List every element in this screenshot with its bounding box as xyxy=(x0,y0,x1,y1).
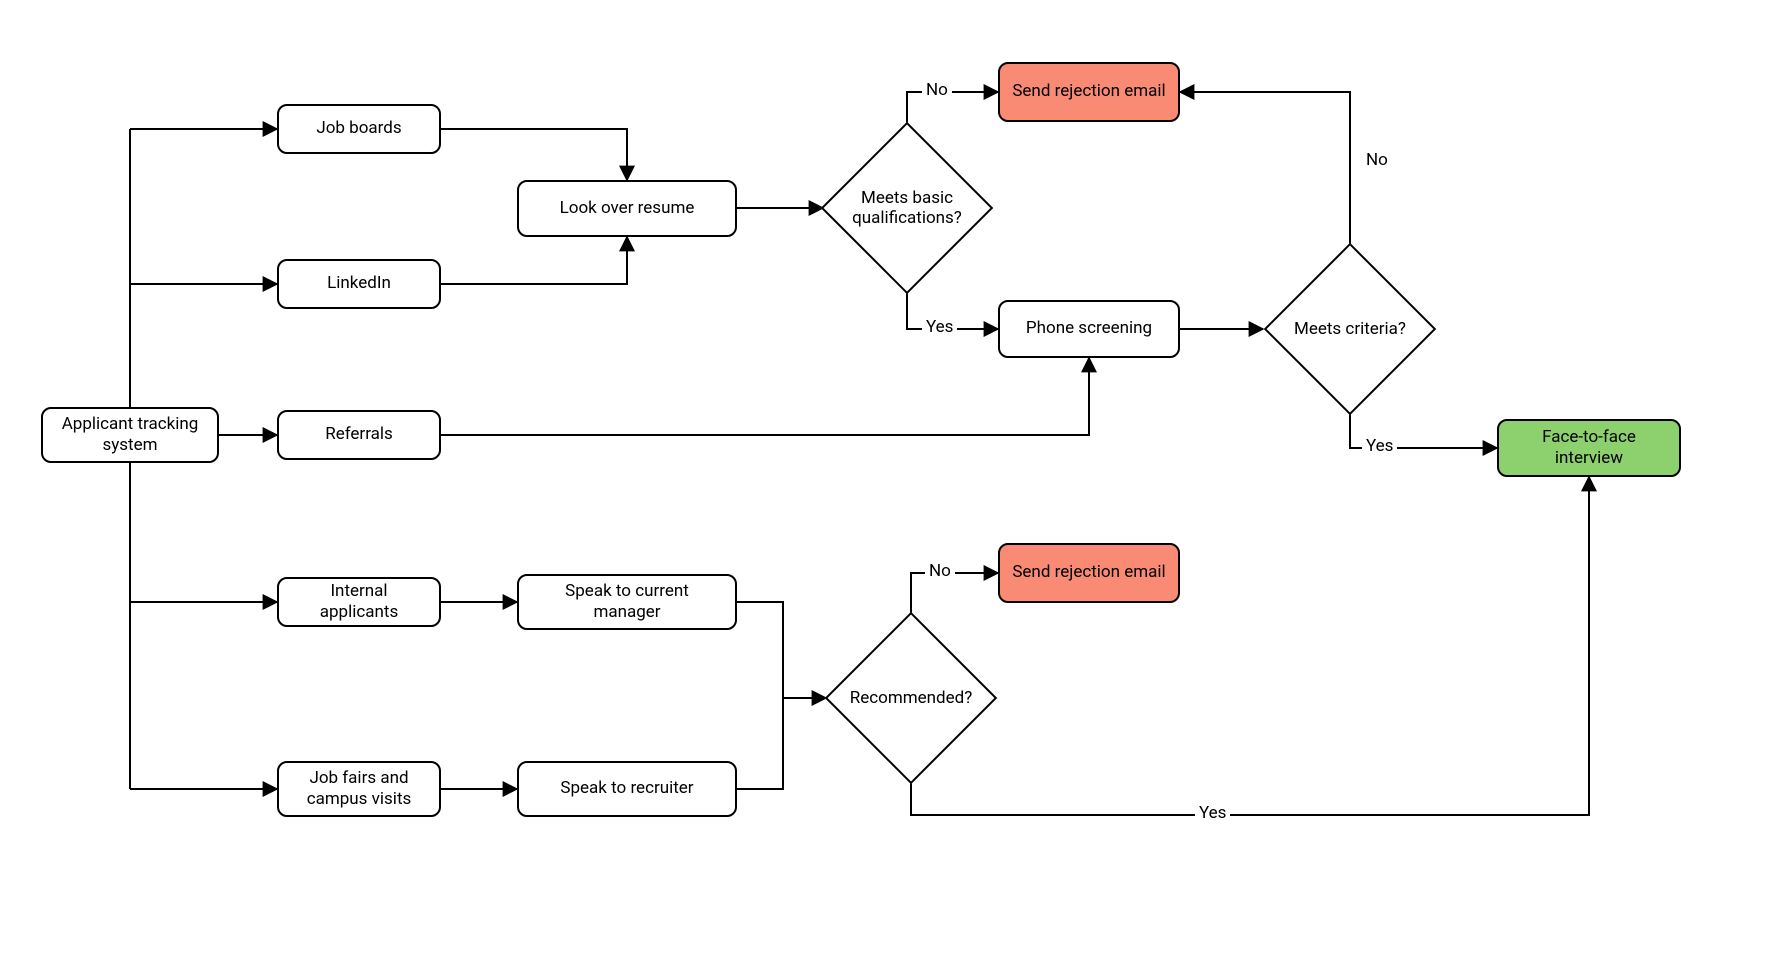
node-send-rejection-email-1: Send rejection email xyxy=(998,62,1180,122)
node-label: Face-to-face interview xyxy=(1511,427,1667,470)
node-label: Look over resume xyxy=(560,198,695,219)
edge-label-no: No xyxy=(1362,150,1392,170)
node-ats: Applicant tracking system xyxy=(41,407,219,463)
node-label: Job boards xyxy=(316,118,401,139)
node-speak-recruiter: Speak to recruiter xyxy=(517,761,737,817)
node-label: Internal applicants xyxy=(291,581,427,624)
node-look-over-resume: Look over resume xyxy=(517,180,737,237)
edge-label-yes: Yes xyxy=(922,317,957,337)
decision-label: Meets criteria? xyxy=(1294,319,1406,339)
node-job-boards: Job boards xyxy=(277,104,441,154)
decision-meets-basic-qualifications: Meets basic qualifications? xyxy=(823,124,991,292)
node-referrals: Referrals xyxy=(277,410,441,460)
flowchart-canvas: Applicant tracking system Job boards Lin… xyxy=(0,0,1767,966)
edge-label-no: No xyxy=(922,80,952,100)
node-job-fairs: Job fairs and campus visits xyxy=(277,761,441,817)
decision-label: Recommended? xyxy=(850,688,973,708)
decision-recommended: Recommended? xyxy=(826,615,996,781)
node-label: Phone screening xyxy=(1026,318,1152,339)
decision-meets-criteria: Meets criteria? xyxy=(1263,246,1437,412)
node-label: Applicant tracking system xyxy=(55,414,205,457)
node-label: Speak to current manager xyxy=(531,581,723,624)
node-label: Job fairs and campus visits xyxy=(291,768,427,811)
node-label: Speak to recruiter xyxy=(560,778,693,799)
node-label: LinkedIn xyxy=(327,273,391,294)
edge-label-yes: Yes xyxy=(1195,803,1230,823)
node-internal-applicants: Internal applicants xyxy=(277,577,441,627)
node-linkedin: LinkedIn xyxy=(277,259,441,309)
node-label: Send rejection email xyxy=(1012,562,1165,583)
node-label: Referrals xyxy=(325,424,393,445)
node-speak-current-manager: Speak to current manager xyxy=(517,574,737,630)
node-face-to-face-interview: Face-to-face interview xyxy=(1497,419,1681,477)
node-send-rejection-email-2: Send rejection email xyxy=(998,543,1180,603)
node-phone-screening: Phone screening xyxy=(998,300,1180,358)
edge-label-no: No xyxy=(925,561,955,581)
node-label: Send rejection email xyxy=(1012,81,1165,102)
decision-label: Meets basic qualifications? xyxy=(833,188,981,229)
edge-label-yes: Yes xyxy=(1362,436,1397,456)
